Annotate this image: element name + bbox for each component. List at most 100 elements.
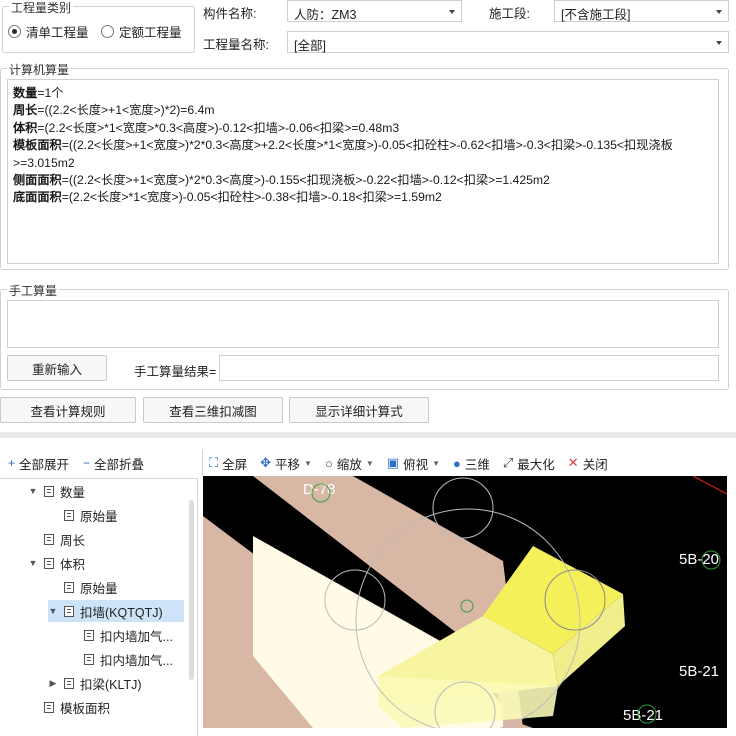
tree-node-label: 体积 xyxy=(60,557,86,572)
calc-line: 侧面面积=((2.2<长度>+1<宽度>)*2*0.3<高度>)-0.155<扣… xyxy=(13,172,713,189)
norm-quantity-radio[interactable]: 定额工程量 xyxy=(101,22,182,41)
document-icon xyxy=(64,581,74,593)
chevron-down-icon xyxy=(449,10,455,14)
reenter-button[interactable]: 重新输入 xyxy=(7,355,107,381)
wire-circle-top xyxy=(432,477,494,539)
calc-line-formula: =((2.2<长度>+1<宽度>)*2)=6.4m xyxy=(37,103,215,118)
panel-divider xyxy=(0,432,736,438)
calc-line: 周长=((2.2<长度>+1<宽度>)*2)=6.4m xyxy=(13,102,713,119)
manual-result-field[interactable] xyxy=(219,355,719,381)
tree-node-label: 扣内墙加气... xyxy=(100,629,173,644)
collapsed-arrow-icon[interactable]: ▶ xyxy=(48,678,58,689)
document-icon xyxy=(44,485,54,497)
document-icon xyxy=(84,653,94,665)
chevron-down-icon xyxy=(716,10,722,14)
pan-button[interactable]: ✥ 平移 ▼ xyxy=(260,454,312,473)
caret-down-icon: ▼ xyxy=(365,458,374,468)
component-name-select[interactable]: 人防：ZM3 xyxy=(287,0,462,22)
expand-icon: + xyxy=(8,456,16,470)
calc-line-name: 周长 xyxy=(13,103,38,118)
3d-viewport[interactable]: D-78 5B-20 5B-21 5B-21 xyxy=(203,476,727,728)
tree-node-label: 原始量 xyxy=(80,581,118,596)
close-view-button[interactable]: ✕ 关闭 xyxy=(568,454,608,473)
axis-label-5b21-b: 5B-21 xyxy=(623,707,663,724)
manual-calc-input[interactable] xyxy=(7,300,719,348)
manual-calc-title: 手工算量 xyxy=(7,282,60,299)
calc-formula-list: 数量=1个 周长=((2.2<长度>+1<宽度>)*2)=6.4m 体积=(2.2<… xyxy=(8,80,718,212)
tree-node[interactable]: ▼ 数量 xyxy=(28,480,184,502)
manual-result-label: 手工算量结果= xyxy=(134,365,217,379)
construction-stage-select[interactable]: [不含施工段] xyxy=(554,0,729,22)
radio-unchecked-icon xyxy=(101,25,114,38)
quantity-name-label: 工程量名称: xyxy=(203,38,269,52)
norm-quantity-label: 定额工程量 xyxy=(119,26,182,40)
component-name-value: 人防：ZM3 xyxy=(294,8,357,22)
maximize-button[interactable]: ⤢ 最大化 xyxy=(503,454,555,473)
tree-node-label: 数量 xyxy=(60,485,86,500)
zoom-button[interactable]: ○ 缩放 ▼ xyxy=(325,454,374,473)
magnifier-icon: ○ xyxy=(324,455,333,471)
calc-line-name: 侧面面积 xyxy=(13,173,62,188)
3d-view-label: 三维 xyxy=(464,457,490,472)
view-3d-deduct-button[interactable]: 查看三维扣减图 xyxy=(143,397,283,423)
tree-node[interactable]: 扣内墙加气... xyxy=(68,624,184,646)
cube-icon: ▣ xyxy=(386,455,400,470)
document-icon xyxy=(44,701,54,713)
quantity-name-value: [全部] xyxy=(294,39,326,53)
caret-down-icon: ▼ xyxy=(432,458,440,468)
fullscreen-button[interactable]: ⛶ 全屏 xyxy=(209,454,247,473)
maximize-label: 最大化 xyxy=(517,457,555,472)
tree-scrollbar[interactable] xyxy=(189,500,194,680)
show-detail-formula-button[interactable]: 显示详细计算式 xyxy=(289,397,429,423)
top-view-button[interactable]: ▣ 俯视 ▼ xyxy=(387,454,440,473)
chevron-down-icon xyxy=(716,41,722,45)
axis-label-5b20: 5B-20 xyxy=(679,551,719,568)
tree-node-label: 扣梁(KLTJ) xyxy=(80,677,142,692)
document-icon xyxy=(44,557,54,569)
expand-all-label: 全部展开 xyxy=(19,457,70,472)
component-name-label: 构件名称: xyxy=(203,7,257,21)
tree-node[interactable]: 周长 xyxy=(28,528,184,550)
tree-node[interactable]: ▶ 扣梁(KLTJ) xyxy=(48,672,184,694)
tree-node[interactable]: 原始量 xyxy=(48,504,184,526)
tree-node[interactable]: ▼ 体积 xyxy=(28,552,184,574)
tree-node[interactable]: 原始量 xyxy=(48,576,184,598)
red-guide-line xyxy=(692,476,727,495)
top-view-label: 俯视 xyxy=(403,457,429,472)
tree-node[interactable]: 模板面积 xyxy=(28,696,184,718)
calc-line: 模板面积=((2.2<长度>+1<宽度>)*2*0.3<高度>+2.2<长度>*… xyxy=(13,137,713,172)
collapse-all-button[interactable]: − 全部折叠 xyxy=(83,454,144,473)
fullscreen-icon: ⛶ xyxy=(209,455,219,470)
document-icon xyxy=(64,509,74,521)
3d-view-button[interactable]: ● 三维 xyxy=(453,454,490,473)
caret-down-icon: ▼ xyxy=(304,458,312,468)
collapse-all-label: 全部折叠 xyxy=(94,457,145,472)
quantity-name-select[interactable]: [全部] xyxy=(287,31,729,53)
expanded-arrow-icon[interactable]: ▼ xyxy=(48,606,58,616)
calc-line-formula: =(2.2<长度>*1<宽度>*0.3<高度>)-0.12<扣墙>-0.06<扣… xyxy=(37,120,400,135)
document-icon xyxy=(84,629,94,641)
close-icon: ✕ xyxy=(567,455,579,470)
maximize-icon: ⤢ xyxy=(502,455,514,470)
tree-node-label: 原始量 xyxy=(80,509,118,524)
collapse-icon: − xyxy=(83,456,91,470)
calc-line-name: 体积 xyxy=(13,120,38,135)
calc-line-formula: =(2.2<长度>*1<宽度>)-0.05<扣砼柱>-0.38<扣墙>-0.18… xyxy=(61,190,442,205)
bill-quantity-radio[interactable]: 清单工程量 xyxy=(8,22,89,41)
3d-scene: D-78 5B-20 5B-21 5B-21 xyxy=(203,476,727,728)
zoom-label: 缩放 xyxy=(336,457,362,472)
axis-label-5b21-a: 5B-21 xyxy=(679,663,719,680)
tree-node[interactable]: 扣内墙加气... xyxy=(68,648,184,670)
calc-line-formula: =((2.2<长度>+1<宽度>)*2*0.3<高度>+2.2<长度>*1<宽度… xyxy=(13,138,673,170)
view-rules-button[interactable]: 查看计算规则 xyxy=(0,397,136,423)
expand-all-button[interactable]: + 全部展开 xyxy=(8,454,69,473)
construction-stage-value: [不含施工段] xyxy=(561,8,631,22)
expanded-arrow-icon[interactable]: ▼ xyxy=(28,558,38,568)
axis-label-d78: D-78 xyxy=(303,481,336,498)
sphere-icon: ● xyxy=(453,455,461,471)
close-view-label: 关闭 xyxy=(582,457,608,472)
computer-calc-text[interactable]: 数量=1个 周长=((2.2<长度>+1<宽度>)*2)=6.4m 体积=(2.2<… xyxy=(7,79,719,264)
expanded-arrow-icon[interactable]: ▼ xyxy=(28,486,38,496)
calc-line-formula: =1个 xyxy=(37,86,64,100)
tree-node[interactable]: ▼ 扣墙(KQTQTJ) xyxy=(48,600,184,622)
